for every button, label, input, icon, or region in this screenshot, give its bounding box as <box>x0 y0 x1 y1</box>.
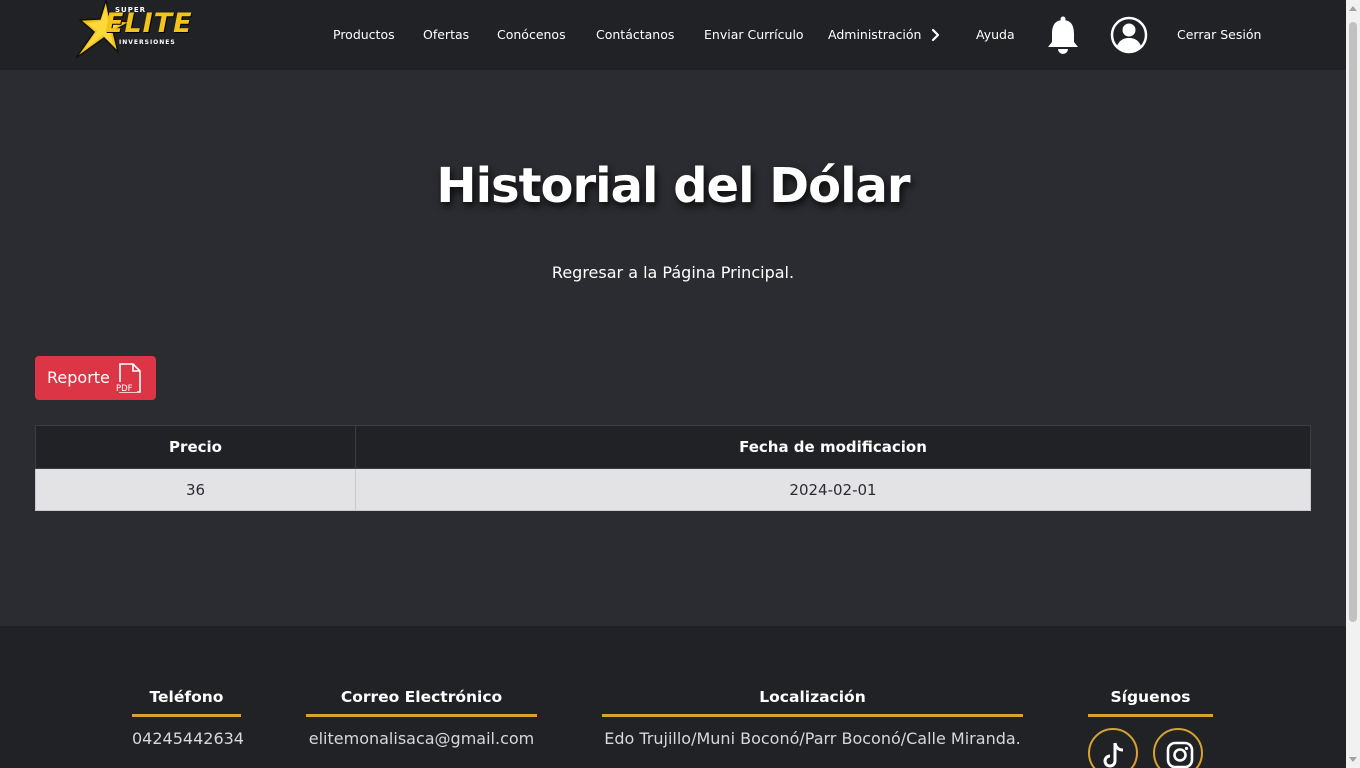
nav-contactanos[interactable]: Contáctanos <box>596 26 674 44</box>
page-title: Historial del Dólar <box>436 158 910 214</box>
footer-phone-heading: Teléfono <box>132 688 241 717</box>
scroll-up-arrow-icon[interactable] <box>1349 6 1357 11</box>
column-header-precio: Precio <box>35 425 356 469</box>
table-header-row: Precio Fecha de modificacion <box>35 425 1311 469</box>
vertical-scrollbar[interactable] <box>1346 0 1360 768</box>
pdf-icon: PDF <box>115 363 141 394</box>
chevron-right-icon[interactable] <box>929 28 943 42</box>
nav-conocenos[interactable]: Conócenos <box>497 26 566 44</box>
cell-precio: 36 <box>35 468 356 511</box>
nav-productos[interactable]: Productos <box>333 26 395 44</box>
footer-location: Localización Edo Trujillo/Muni Boconó/Pa… <box>602 688 1023 748</box>
footer-location-heading: Localización <box>602 688 1023 717</box>
footer-phone-value: 04245442634 <box>132 729 244 748</box>
pdf-icon-text: PDF <box>116 384 133 394</box>
footer: Teléfono 04245442634 Correo Electrónico … <box>0 626 1346 768</box>
logo-elite-text: ELITE <box>105 8 193 39</box>
column-header-fecha: Fecha de modificacion <box>355 425 1311 469</box>
super-elite-logo[interactable]: SUPER ELITE INVERSIONES <box>72 0 206 60</box>
footer-social: Síguenos <box>1088 688 1213 717</box>
dollar-history-table: Precio Fecha de modificacion 36 2024-02-… <box>35 425 1311 511</box>
logo-inversiones-text: INVERSIONES <box>119 39 176 46</box>
nav-enviar-curriculo[interactable]: Enviar Currículo <box>704 26 804 44</box>
footer-location-value: Edo Trujillo/Muni Boconó/Parr Boconó/Cal… <box>604 729 1021 748</box>
nav-administracion[interactable]: Administración <box>828 26 921 44</box>
logout-link[interactable]: Cerrar Sesión <box>1177 26 1261 44</box>
report-button-label: Reporte <box>47 368 110 387</box>
footer-social-heading: Síguenos <box>1088 688 1213 717</box>
footer-email-value[interactable]: elitemonalisaca@gmail.com <box>306 729 537 748</box>
top-navbar: SUPER ELITE INVERSIONES Productos Oferta… <box>0 0 1346 70</box>
nav-ofertas[interactable]: Ofertas <box>423 26 469 44</box>
footer-phone: Teléfono 04245442634 <box>132 688 244 748</box>
scroll-down-arrow-icon[interactable] <box>1349 757 1357 762</box>
back-to-home-link[interactable]: Regresar a la Página Principal. <box>0 263 1346 282</box>
cell-fecha: 2024-02-01 <box>355 468 1311 511</box>
report-pdf-button[interactable]: Reporte PDF <box>35 356 156 400</box>
user-icon[interactable] <box>1109 15 1149 55</box>
footer-email-heading: Correo Electrónico <box>306 688 537 717</box>
bell-icon[interactable] <box>1045 15 1081 55</box>
nav-ayuda[interactable]: Ayuda <box>976 26 1015 44</box>
table-row: 36 2024-02-01 <box>35 468 1311 511</box>
footer-email: Correo Electrónico elitemonalisaca@gmail… <box>306 688 537 748</box>
scrollbar-thumb[interactable] <box>1349 22 1357 622</box>
tiktok-icon <box>1103 742 1124 768</box>
instagram-icon <box>1166 741 1194 768</box>
